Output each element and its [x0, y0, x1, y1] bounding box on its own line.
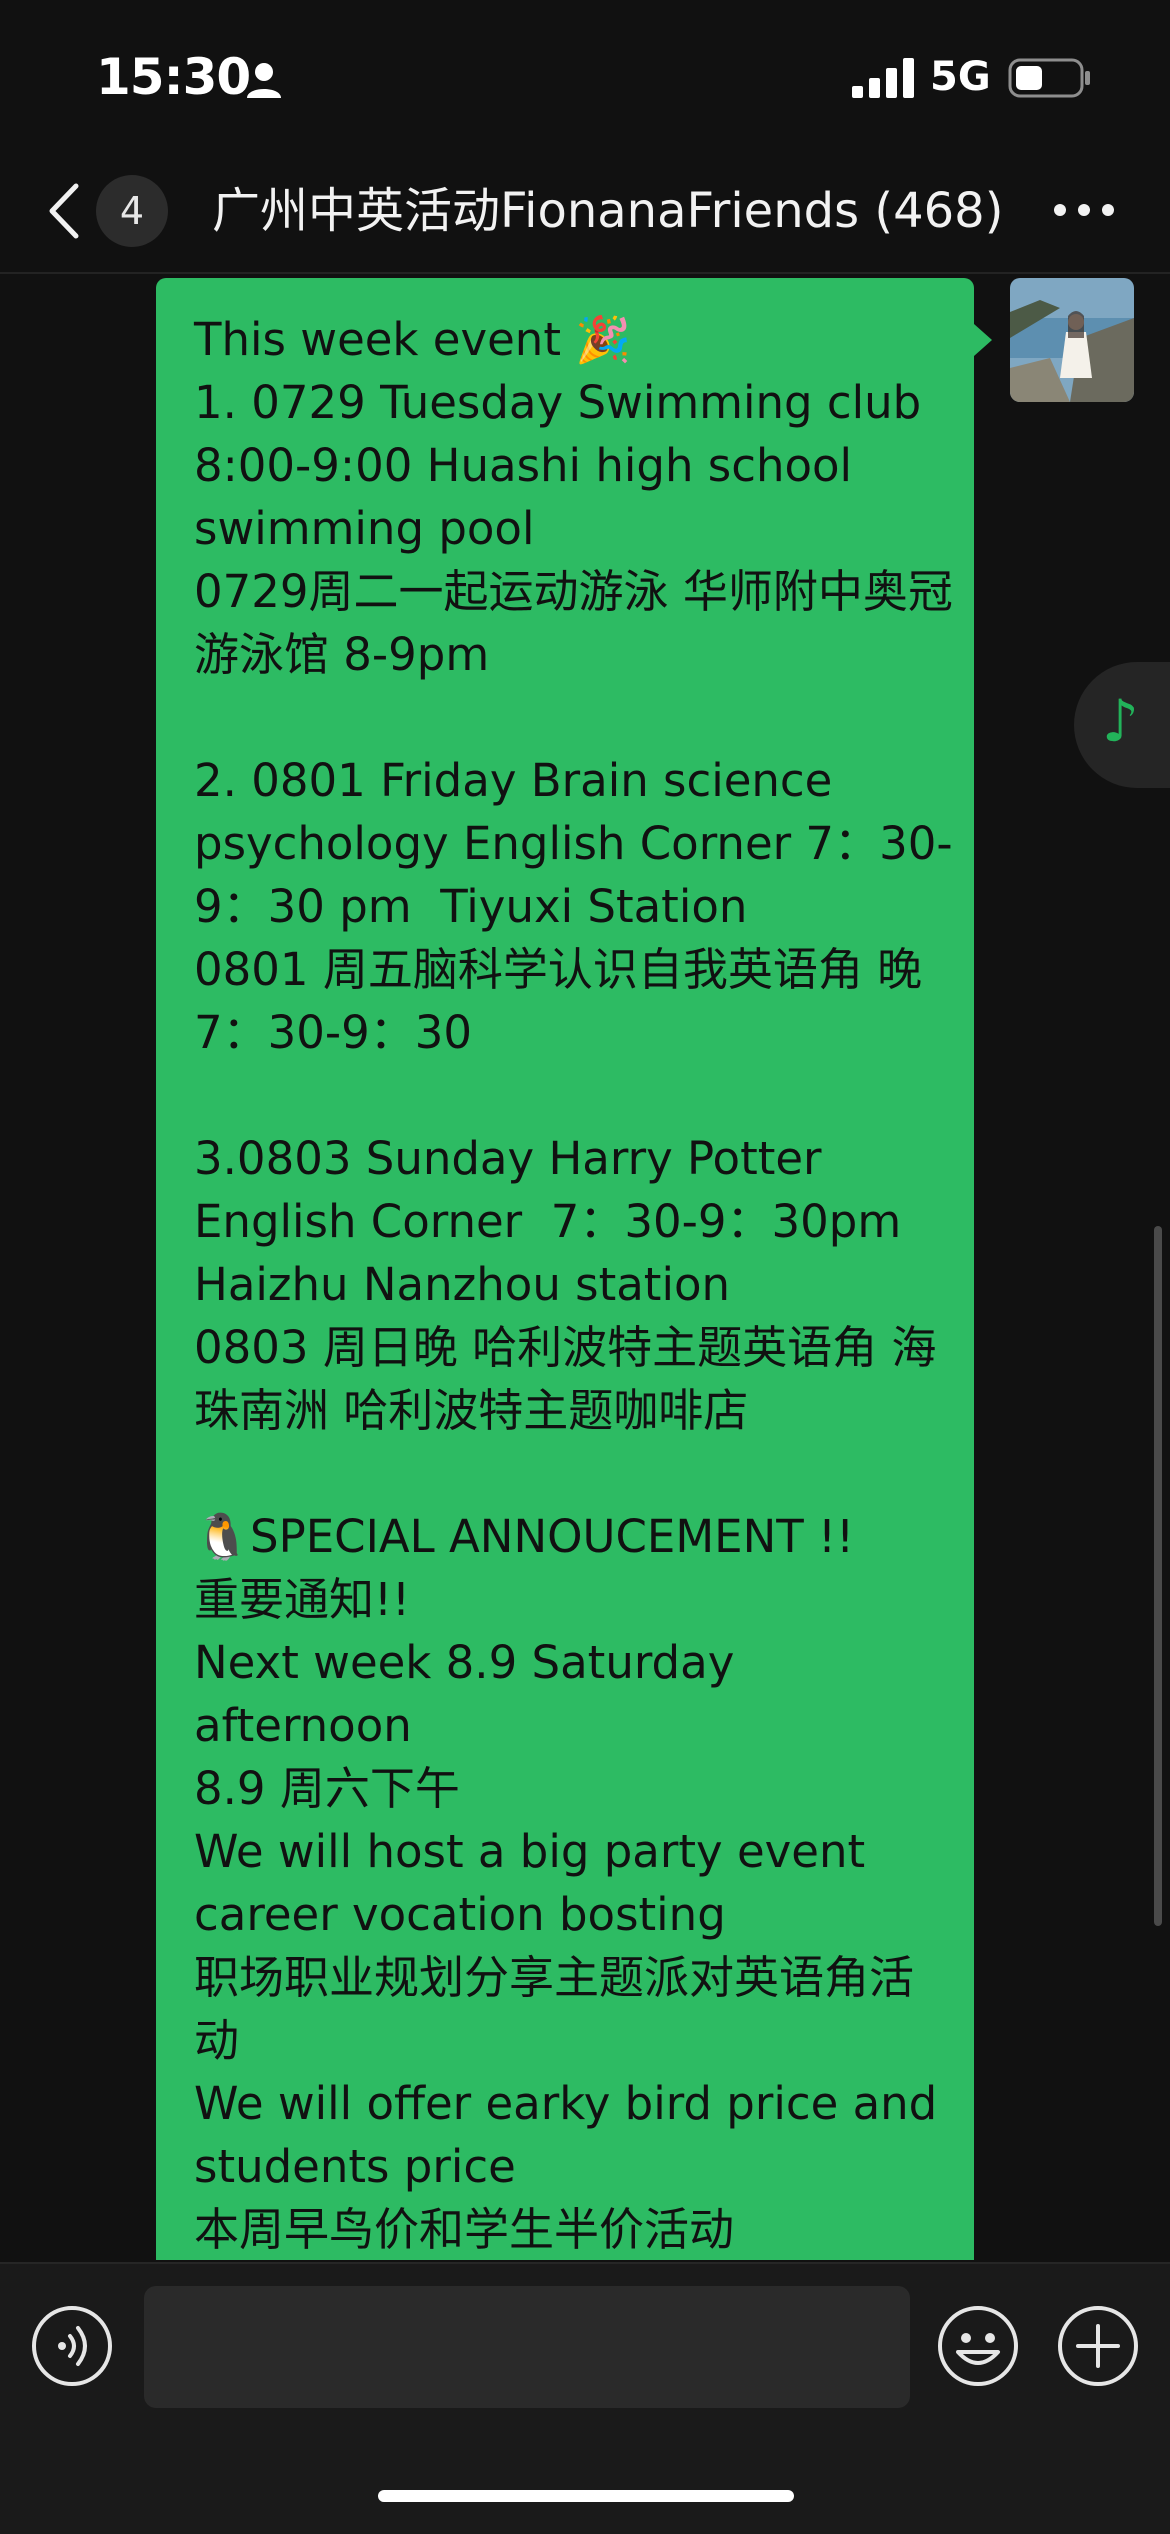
avatar-image — [1010, 278, 1134, 402]
unread-count-badge[interactable]: 4 — [96, 175, 168, 247]
scrollbar[interactable] — [1154, 1226, 1162, 1926]
signal-icon — [852, 58, 914, 98]
person-icon — [247, 63, 281, 98]
message-input[interactable] — [144, 2286, 910, 2408]
floating-music-button[interactable]: ♪ — [1074, 662, 1170, 788]
music-note-icon: ♪ — [1102, 687, 1140, 755]
status-time: 15:30 — [96, 48, 251, 106]
voice-icon[interactable] — [30, 2304, 114, 2388]
avatar[interactable] — [1010, 278, 1134, 402]
battery-icon — [1008, 58, 1090, 98]
home-indicator[interactable] — [378, 2490, 794, 2502]
message-text: This week event 🎉 1. 0729 Tuesday Swimmi… — [194, 313, 953, 2256]
chevron-left-icon[interactable] — [44, 180, 84, 242]
chat-header: 4 广州中英活动FionanaFriends (468) — [0, 150, 1170, 274]
chat-title[interactable]: 广州中英活动FionanaFriends (468) — [212, 180, 1002, 242]
emoji-icon[interactable] — [936, 2304, 1020, 2388]
plus-icon[interactable] — [1056, 2304, 1140, 2388]
status-bar: 15:30 5G — [0, 0, 1170, 150]
more-dots-icon[interactable] — [1052, 196, 1116, 224]
message-bubble[interactable]: This week event 🎉 1. 0729 Tuesday Swimmi… — [156, 278, 974, 2260]
network-label: 5G — [930, 54, 991, 100]
bubble-tail — [974, 324, 992, 356]
message-list[interactable]: This week event 🎉 1. 0729 Tuesday Swimmi… — [0, 274, 1170, 2260]
